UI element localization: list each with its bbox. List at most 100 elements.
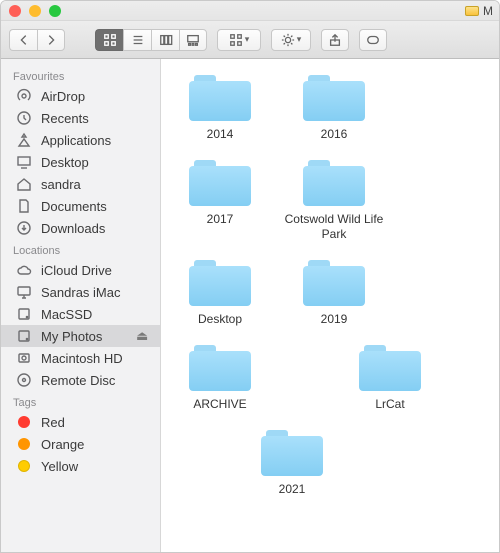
documents-icon: [15, 198, 33, 214]
content-area[interactable]: 2014 2016 2017 Cotswold Wild Life Park Deskt…: [161, 59, 499, 552]
list-view-button[interactable]: [123, 29, 151, 51]
sidebar-item-label: Yellow: [41, 459, 150, 474]
arrange-button[interactable]: ▾: [217, 29, 261, 51]
folder-name: 2014: [207, 127, 234, 142]
eject-icon[interactable]: ⏏: [136, 328, 150, 344]
disk-icon: [15, 306, 33, 322]
folder-name: Desktop: [198, 312, 242, 327]
window-title: M: [483, 4, 493, 18]
sidebar-item-label: Red: [41, 415, 150, 430]
finder-window: M ▾ ▾ Favourites AirDrop Recents Applicatio…: [0, 0, 500, 553]
sidebar-item-yellow[interactable]: Yellow: [1, 455, 160, 477]
gallery-view-button[interactable]: [179, 29, 207, 51]
folder-item[interactable]: 2014: [167, 73, 273, 142]
folder-name: ARCHIVE: [193, 397, 246, 412]
title-proxy-icon[interactable]: M: [465, 4, 493, 18]
disk-icon: [465, 6, 479, 16]
home-icon: [15, 176, 33, 192]
folder-name: 2021: [279, 482, 306, 497]
tags-button[interactable]: [359, 29, 387, 51]
traffic-lights: [9, 5, 61, 17]
tag-icon: [15, 414, 33, 430]
folder-icon: [359, 343, 421, 391]
folder-item[interactable]: 2019: [281, 258, 387, 327]
folder-item[interactable]: Desktop: [167, 258, 273, 327]
folder-icon: [303, 158, 365, 206]
back-button[interactable]: [9, 29, 37, 51]
sidebar-item-label: Remote Disc: [41, 373, 150, 388]
sidebar-item-label: iCloud Drive: [41, 263, 150, 278]
sidebar-item-downloads[interactable]: Downloads: [1, 217, 160, 239]
sidebar-item-documents[interactable]: Documents: [1, 195, 160, 217]
disk-icon: [15, 328, 33, 344]
folder-name: LrCat: [375, 397, 404, 412]
sidebar-item-airdrop[interactable]: AirDrop: [1, 85, 160, 107]
folder-item[interactable]: 2021: [239, 428, 345, 497]
folder-icon: [189, 258, 251, 306]
sidebar-item-label: Documents: [41, 199, 150, 214]
sidebar-item-label: My Photos: [41, 329, 128, 344]
icon-view-button[interactable]: [95, 29, 123, 51]
sidebar-item-macssd[interactable]: MacSSD: [1, 303, 160, 325]
minimize-window-button[interactable]: [29, 5, 41, 17]
folder-icon: [261, 428, 323, 476]
sidebar-item-recents[interactable]: Recents: [1, 107, 160, 129]
forward-button[interactable]: [37, 29, 65, 51]
sidebar-item-macintosh-hd[interactable]: Macintosh HD: [1, 347, 160, 369]
folder-name: Cotswold Wild Life Park: [281, 212, 387, 242]
sidebar-item-label: sandra: [41, 177, 150, 192]
folder-name: 2016: [321, 127, 348, 142]
sidebar-item-icloud-drive[interactable]: iCloud Drive: [1, 259, 160, 281]
sidebar-item-label: MacSSD: [41, 307, 150, 322]
sidebar-heading: Favourites: [1, 65, 160, 85]
disc-icon: [15, 372, 33, 388]
sidebar-item-desktop[interactable]: Desktop: [1, 151, 160, 173]
folder-item[interactable]: LrCat: [337, 343, 443, 412]
sidebar-item-label: Recents: [41, 111, 150, 126]
apps-icon: [15, 132, 33, 148]
folder-item[interactable]: 2017: [167, 158, 273, 242]
sidebar-item-label: Applications: [41, 133, 150, 148]
cloud-icon: [15, 262, 33, 278]
folder-name: 2017: [207, 212, 234, 227]
sidebar-heading: Locations: [1, 239, 160, 259]
sidebar-item-sandra[interactable]: sandra: [1, 173, 160, 195]
sidebar-item-orange[interactable]: Orange: [1, 433, 160, 455]
sidebar-item-label: Downloads: [41, 221, 150, 236]
sidebar-item-sandras-imac[interactable]: Sandras iMac: [1, 281, 160, 303]
sidebar-item-my-photos[interactable]: My Photos ⏏: [1, 325, 160, 347]
sidebar-item-label: Macintosh HD: [41, 351, 150, 366]
action-button[interactable]: ▾: [271, 29, 311, 51]
folder-name: 2019: [321, 312, 348, 327]
nav-buttons: [9, 29, 65, 51]
sidebar-item-label: Sandras iMac: [41, 285, 150, 300]
folder-item[interactable]: 2016: [281, 73, 387, 142]
share-button[interactable]: [321, 29, 349, 51]
titlebar[interactable]: M: [1, 1, 499, 21]
sidebar-item-remote-disc[interactable]: Remote Disc: [1, 369, 160, 391]
toolbar: ▾ ▾: [1, 21, 499, 59]
sidebar-item-label: Desktop: [41, 155, 150, 170]
desktop-icon: [15, 154, 33, 170]
folder-icon: [189, 73, 251, 121]
column-view-button[interactable]: [151, 29, 179, 51]
sidebar-item-label: AirDrop: [41, 89, 150, 104]
tag-icon: [15, 458, 33, 474]
folder-icon: [189, 343, 251, 391]
view-switcher: [95, 29, 207, 51]
tag-icon: [15, 436, 33, 452]
imac-icon: [15, 284, 33, 300]
sidebar-item-red[interactable]: Red: [1, 411, 160, 433]
folder-icon: [189, 158, 251, 206]
folder-icon: [303, 258, 365, 306]
sidebar-item-applications[interactable]: Applications: [1, 129, 160, 151]
zoom-window-button[interactable]: [49, 5, 61, 17]
sidebar-heading: Tags: [1, 391, 160, 411]
downloads-icon: [15, 220, 33, 236]
recents-icon: [15, 110, 33, 126]
folder-item[interactable]: Cotswold Wild Life Park: [281, 158, 387, 242]
close-window-button[interactable]: [9, 5, 21, 17]
sidebar: Favourites AirDrop Recents Applications Desk…: [1, 59, 161, 552]
folder-item[interactable]: ARCHIVE: [167, 343, 273, 412]
icon-grid: 2014 2016 2017 Cotswold Wild Life Park Deskt…: [167, 73, 493, 497]
